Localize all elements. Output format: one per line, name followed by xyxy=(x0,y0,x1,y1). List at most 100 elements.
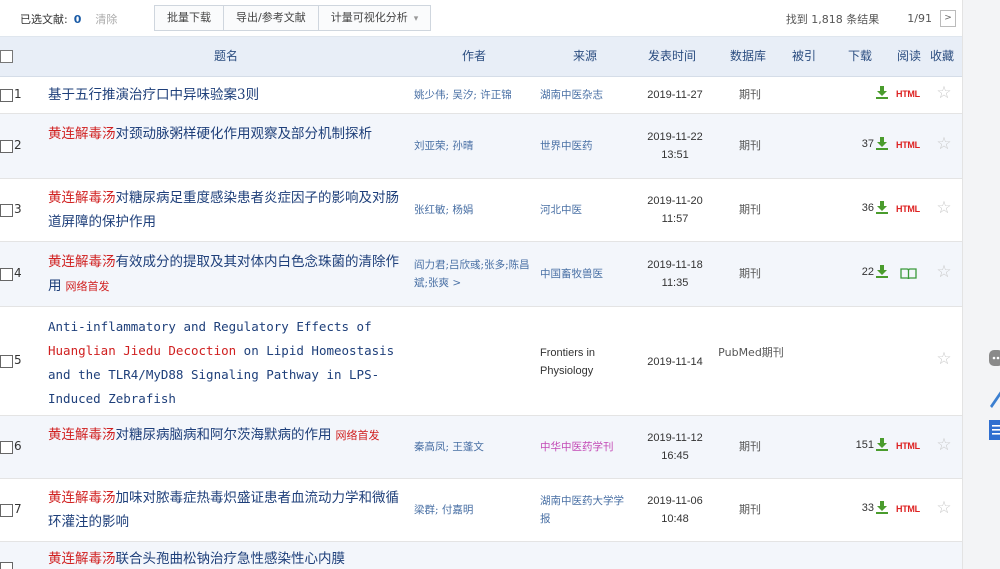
authors-link[interactable]: 阎力君;吕欣彧;张多;陈昌斌;张爽 > xyxy=(414,256,534,292)
source-link[interactable]: 中华中医药学刊 xyxy=(540,438,630,456)
date-line: 2019-11-14 xyxy=(647,356,703,368)
source-link[interactable]: Frontiers in Physiology xyxy=(540,344,630,380)
toolbar-button-group: 批量下载 导出/参考文献 计量可视化分析 ▾ xyxy=(154,5,432,31)
date-line: 2019-11-18 xyxy=(647,259,703,271)
edit-icon[interactable] xyxy=(987,386,1000,410)
download-icon[interactable] xyxy=(876,501,888,514)
download-cell[interactable] xyxy=(830,86,888,99)
article-title-link[interactable]: 黄连解毒汤对糖尿病足重度感染患者炎症因子的影响及对肠道屏障的保护作用 xyxy=(48,186,408,234)
article-title-link[interactable]: 黄连解毒汤有效成分的提取及其对体内白色念珠菌的清除作用 网络首发 xyxy=(48,250,408,299)
html-read-button[interactable]: HTML xyxy=(896,89,926,99)
favorite-star-icon[interactable]: ☆ xyxy=(934,198,954,218)
favorite-star-icon[interactable]: ☆ xyxy=(934,435,954,455)
favorite-star-icon[interactable]: ☆ xyxy=(934,262,954,282)
clear-button[interactable]: 清除 xyxy=(95,13,117,26)
source-link[interactable]: 中国畜牧兽医 xyxy=(540,265,630,283)
download-icon[interactable] xyxy=(876,201,888,214)
source-link[interactable]: 湖南中医药大学学报 xyxy=(540,492,630,528)
html-read-button[interactable]: HTML xyxy=(896,441,926,451)
article-title-link[interactable]: 黄连解毒汤联合头孢曲松钠治疗急性感染性心内膜 xyxy=(48,547,408,569)
download-count: 37 xyxy=(861,137,874,150)
column-cited[interactable]: 被引 xyxy=(792,37,816,76)
source-link[interactable]: 世界中医药 xyxy=(540,137,630,155)
column-read: 阅读 xyxy=(897,49,922,63)
column-source[interactable]: 来源 xyxy=(573,37,597,76)
publish-date: 2019-11-18 11:35 xyxy=(630,256,720,292)
authors-link[interactable]: 刘亚荣; 孙晴 xyxy=(414,137,534,155)
select-all-checkbox[interactable] xyxy=(0,50,13,63)
title-highlight: 黄连解毒汤 xyxy=(48,490,116,506)
row-checkbox[interactable] xyxy=(0,441,13,454)
result-count: 找到 1,818 条结果 xyxy=(785,12,880,26)
row-checkbox[interactable] xyxy=(0,89,13,102)
row-checkbox[interactable] xyxy=(0,140,13,153)
time-line: 10:48 xyxy=(661,513,689,525)
article-title-link[interactable]: 黄连解毒汤对糖尿病脑病和阿尔茨海默病的作用 网络首发 xyxy=(48,423,408,448)
authors-link[interactable]: 梁群; 付嘉明 xyxy=(414,501,534,519)
article-title-link[interactable]: 基于五行推演治疗口中异味验案3则 xyxy=(48,83,408,107)
chevron-down-icon: ▾ xyxy=(413,14,419,24)
download-cell[interactable]: 22 xyxy=(830,265,888,278)
source-link[interactable]: 河北中医 xyxy=(540,201,630,219)
column-download[interactable]: 下载 xyxy=(848,37,872,76)
article-title-link[interactable]: Anti-inflammatory and Regulatory Effects… xyxy=(48,315,408,411)
download-cell[interactable]: 36 xyxy=(830,201,888,214)
row-checkbox[interactable] xyxy=(0,504,13,517)
batch-download-button[interactable]: 批量下载 xyxy=(155,6,224,30)
selected-summary: 已选文献: 0 清除 xyxy=(20,11,117,27)
download-icon[interactable] xyxy=(876,438,888,451)
document-icon[interactable] xyxy=(987,418,1000,442)
database-type: 期刊 xyxy=(739,267,761,280)
column-date[interactable]: 发表时间 xyxy=(648,37,696,76)
open-book-icon[interactable] xyxy=(900,268,917,280)
favorite-star-icon[interactable]: ☆ xyxy=(934,134,954,154)
next-page-button[interactable]: > xyxy=(940,10,956,27)
row-checkbox[interactable] xyxy=(0,355,13,368)
row-number: 3 xyxy=(14,202,22,216)
results-toolbar: 已选文献: 0 清除 批量下载 导出/参考文献 计量可视化分析 ▾ 找到 1,818 … xyxy=(0,0,962,37)
download-cell[interactable]: 37 xyxy=(830,137,888,150)
column-author[interactable]: 作者 xyxy=(462,37,486,76)
download-icon[interactable] xyxy=(876,137,888,150)
database-type: 期刊 xyxy=(739,203,761,216)
download-icon[interactable] xyxy=(876,86,888,99)
row-checkbox[interactable] xyxy=(0,204,13,217)
title-highlight: 黄连解毒汤 xyxy=(48,190,116,206)
column-database[interactable]: 数据库 xyxy=(730,37,766,76)
publish-date: 2019-11-27 xyxy=(630,86,720,104)
favorite-star-icon[interactable]: ☆ xyxy=(934,83,954,103)
html-read-button[interactable]: HTML xyxy=(896,140,926,150)
visual-analysis-dropdown[interactable]: 计量可视化分析 ▾ xyxy=(319,6,431,30)
title-highlight: 黄连解毒汤 xyxy=(48,126,116,142)
column-title[interactable]: 题名 xyxy=(214,37,238,76)
selected-label: 已选文献: xyxy=(20,13,68,26)
pagination-summary: 找到 1,818 条结果 1/91 > xyxy=(786,10,956,27)
favorite-star-icon[interactable]: ☆ xyxy=(934,498,954,518)
article-title-link[interactable]: 黄连解毒汤加味对脓毒症热毒炽盛证患者血流动力学和微循环灌注的影响 xyxy=(48,486,408,534)
row-number: 5 xyxy=(14,353,22,367)
html-read-button[interactable]: HTML xyxy=(896,204,926,214)
source-link[interactable]: 湖南中医杂志 xyxy=(540,86,630,104)
authors-link[interactable]: 张红敏; 杨娟 xyxy=(414,201,534,219)
favorite-star-icon[interactable]: ☆ xyxy=(934,349,954,369)
html-read-button[interactable]: HTML xyxy=(896,504,926,514)
visual-analysis-label: 计量可视化分析 xyxy=(330,11,408,24)
row-checkbox[interactable] xyxy=(0,562,13,569)
database-type: 期刊 xyxy=(739,88,761,101)
title-highlight: 黄连解毒汤 xyxy=(48,551,116,567)
title-highlight: 黄连解毒汤 xyxy=(48,427,116,443)
row-number: 7 xyxy=(14,502,22,516)
authors-link[interactable]: 秦高凤; 王蓬文 xyxy=(414,438,534,456)
row-checkbox[interactable] xyxy=(0,268,13,281)
title-highlight: Huanglian Jiedu Decoction xyxy=(48,343,237,358)
row-number: 2 xyxy=(14,138,22,152)
article-title-link[interactable]: 黄连解毒汤对颈动脉粥样硬化作用观察及部分机制探析 xyxy=(48,122,408,146)
download-icon[interactable] xyxy=(876,265,888,278)
feedback-icon[interactable] xyxy=(987,348,1000,372)
date-line: 2019-11-06 xyxy=(647,495,703,507)
download-cell[interactable]: 33 xyxy=(830,501,888,514)
download-cell[interactable]: 151 xyxy=(830,438,888,451)
export-references-button[interactable]: 导出/参考文献 xyxy=(224,6,319,30)
selected-count: 0 xyxy=(73,13,82,26)
authors-link[interactable]: 姚少伟; 吴汐; 许正锦 xyxy=(414,86,534,104)
